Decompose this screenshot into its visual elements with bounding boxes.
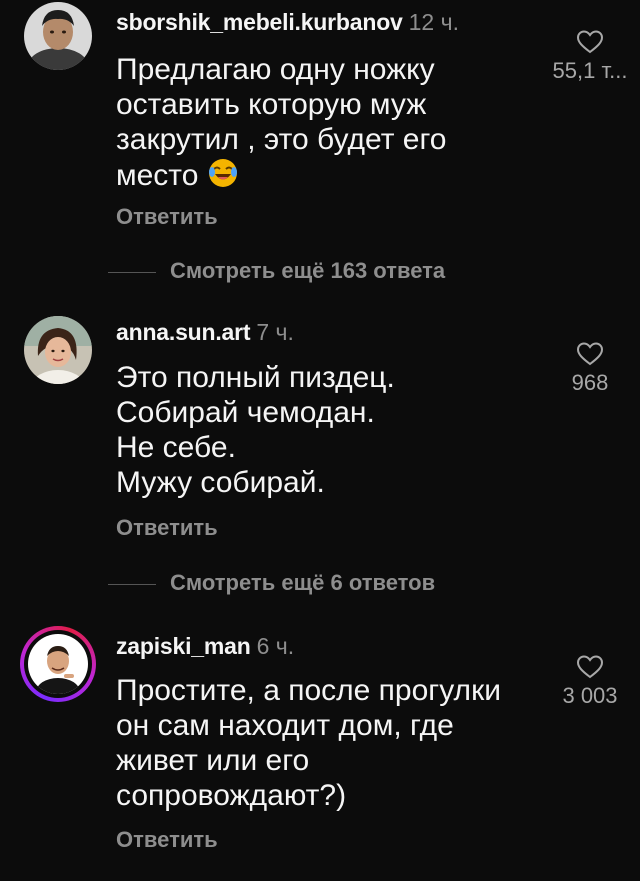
avatar [28,634,88,694]
timestamp: 7 ч. [256,319,294,345]
divider-line [108,583,156,585]
comment-line: Собирай чемодан. [116,396,375,429]
username[interactable]: sborshik_mebeli.kurbanov [116,9,403,35]
view-more-replies-label: Смотреть ещё 163 ответа [170,258,446,283]
avatar[interactable] [24,316,92,384]
comment-meta: zapiski_man 6 ч. [116,632,294,660]
like-count: 55,1 т... [552,58,628,83]
comment-text: Это полный пиздец. Собирай чемодан. Не с… [116,360,516,500]
divider-line [108,271,156,273]
comment-meta: sborshik_mebeli.kurbanov 12 ч. [116,8,459,36]
reply-button[interactable]: Ответить [116,827,218,853]
story-ring-avatar[interactable] [20,626,96,702]
reply-button[interactable]: Ответить [116,515,218,541]
heart-outline-icon[interactable] [577,342,603,366]
reply-button[interactable]: Ответить [116,204,218,230]
like-count: 968 [571,370,609,395]
like-count: 3 003 [562,683,618,708]
comment-text: Предлагаю одну ножку оставить которую му… [116,52,516,197]
comment-text: Простите, а после прогулки он сам находи… [116,673,516,813]
view-more-replies-label: Смотреть ещё 6 ответов [170,570,436,595]
heart-outline-icon[interactable] [577,30,603,54]
comment-body: Простите, а после прогулки он сам находи… [116,674,501,812]
timestamp: 12 ч. [408,9,459,35]
like-control: 3 003 [540,655,640,709]
avatar[interactable] [24,2,92,70]
view-more-replies-button[interactable]: Смотреть ещё 6 ответов [108,570,435,596]
comment-body: Предлагаю одну ножку оставить которую му… [116,53,447,192]
like-control: 55,1 т... [540,30,640,84]
comment-line: Это полный пиздец. [116,361,395,394]
heart-outline-icon[interactable] [577,655,603,679]
comment-meta: anna.sun.art 7 ч. [116,318,294,346]
laughing-tears-emoji-icon [207,157,239,197]
timestamp: 6 ч. [256,633,295,659]
comment-line: Мужу собирай. [116,466,325,499]
like-control: 968 [540,342,640,396]
username[interactable]: zapiski_man [116,633,251,659]
username[interactable]: anna.sun.art [116,319,251,345]
view-more-replies-button[interactable]: Смотреть ещё 163 ответа [108,258,445,284]
comment-line: Не себе. [116,431,236,464]
